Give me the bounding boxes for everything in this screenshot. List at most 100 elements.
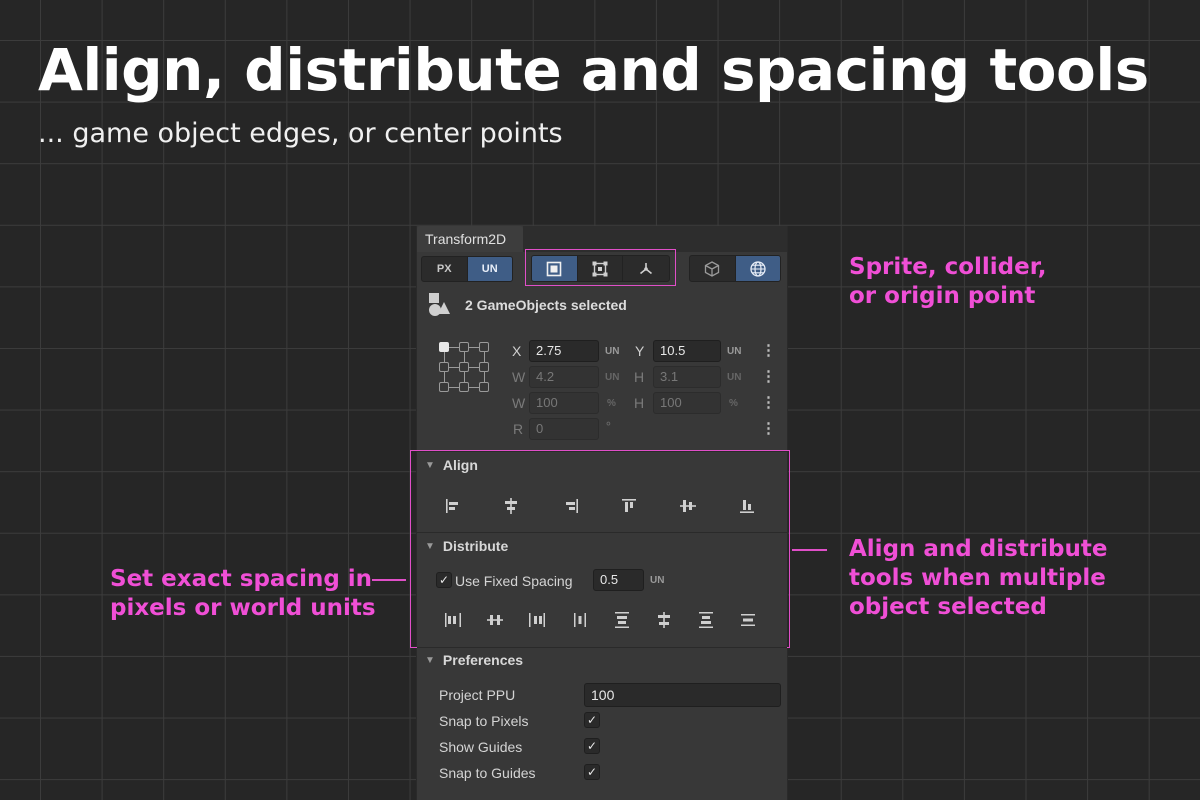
w-percent-input[interactable]: 100 (529, 392, 599, 414)
pivot-middle-left[interactable] (439, 362, 449, 372)
snap-to-guides-label: Snap to Guides (439, 765, 536, 781)
subline: ... game object edges, or center points (38, 118, 563, 149)
collider-bounds-button[interactable] (578, 256, 624, 281)
align-bottom-icon[interactable] (737, 496, 757, 516)
r-input[interactable]: 0 (529, 418, 599, 440)
h-unit: UN (727, 372, 742, 383)
distribute-bottom-icon[interactable] (696, 610, 716, 630)
mode-toggle (531, 255, 670, 282)
fixed-spacing-unit: UN (650, 575, 665, 586)
row-menu-icon[interactable]: ⋮ (761, 341, 776, 359)
fixed-spacing-input[interactable]: 0.5 (593, 569, 644, 591)
tab-transform2d[interactable]: Transform2D (417, 226, 523, 252)
pivot-bottom-center[interactable] (459, 382, 469, 392)
callout-align-line-2: tools when multiple (849, 565, 1106, 591)
distribute-left-icon[interactable] (443, 610, 463, 630)
pivot-center[interactable] (459, 362, 469, 372)
align-center-horizontal-icon[interactable] (501, 496, 521, 516)
callout-align-distribute: Align and distribute tools when multiple… (849, 535, 1107, 622)
w-input[interactable]: 4.2 (529, 366, 599, 388)
collapse-triangle-icon: ▼ (425, 654, 435, 666)
distribute-center-v-icon[interactable] (654, 610, 674, 630)
x-input[interactable]: 2.75 (529, 340, 599, 362)
show-guides-checkbox[interactable]: ✓ (584, 738, 600, 754)
collider-bounds-icon (592, 261, 608, 276)
callout-connector-spacing (372, 579, 406, 581)
align-top-icon[interactable] (619, 496, 639, 516)
snap-to-pixels-label: Snap to Pixels (439, 713, 529, 729)
callout-modes-line-1: Sprite, collider, (849, 254, 1047, 280)
align-header[interactable]: ▼ Align (417, 451, 787, 479)
callout-connector-align (792, 549, 827, 551)
callout-align-line-1: Align and distribute (849, 536, 1108, 562)
use-fixed-spacing-checkbox[interactable]: ✓ (436, 572, 452, 588)
sprite-bounds-button[interactable] (532, 256, 578, 281)
h-percent-label: H (634, 395, 645, 411)
pivot-top-center[interactable] (459, 342, 469, 352)
y-label: Y (635, 343, 645, 359)
r-label: R (513, 421, 524, 437)
local-space-button[interactable] (690, 256, 736, 281)
callout-modes-line-2: or origin point (849, 283, 1036, 309)
world-space-button[interactable] (735, 256, 780, 281)
preferences-header[interactable]: ▼ Preferences (417, 646, 787, 674)
use-fixed-spacing-label: Use Fixed Spacing (455, 573, 573, 589)
align-left-icon[interactable] (443, 496, 463, 516)
space-toggle (689, 255, 781, 282)
unit-un-button[interactable]: UN (467, 257, 512, 281)
tab-bar (523, 226, 787, 252)
row-menu-icon[interactable]: ⋮ (761, 393, 776, 411)
callout-spacing-line-1: Set exact spacing in (110, 566, 373, 592)
world-globe-icon (750, 260, 766, 277)
w-percent-unit: % (607, 398, 616, 409)
align-right-icon[interactable] (561, 496, 581, 516)
selection-info: 2 GameObjects selected (427, 292, 627, 318)
distribute-right-icon[interactable] (527, 610, 547, 630)
origin-point-icon (640, 262, 653, 274)
snap-to-guides-checkbox[interactable]: ✓ (584, 764, 600, 780)
w-label: W (512, 369, 526, 385)
show-guides-label: Show Guides (439, 739, 523, 755)
unit-toggle: PX UN (421, 256, 513, 282)
distribute-spacing-v-icon[interactable] (738, 610, 758, 630)
snap-to-pixels-checkbox[interactable]: ✓ (584, 712, 600, 728)
shapes-icon (429, 293, 450, 316)
h-label: H (634, 369, 645, 385)
distribute-top-icon[interactable] (612, 610, 632, 630)
sprite-bounds-icon (547, 261, 562, 276)
row-menu-icon[interactable]: ⋮ (761, 367, 776, 385)
distribute-center-h-icon[interactable] (485, 610, 505, 630)
callout-spacing: Set exact spacing in pixels or world uni… (110, 565, 376, 623)
distribute-header[interactable]: ▼ Distribute (417, 532, 787, 560)
project-ppu-input[interactable]: 100 (584, 683, 781, 707)
r-unit: ° (606, 419, 611, 433)
w-percent-label: W (512, 395, 526, 411)
pivot-middle-right[interactable] (479, 362, 489, 372)
x-label: X (512, 343, 522, 359)
y-input[interactable]: 10.5 (653, 340, 721, 362)
align-title: Align (442, 457, 478, 473)
row-menu-icon[interactable]: ⋮ (761, 419, 776, 437)
origin-point-button[interactable] (623, 256, 669, 281)
h-input[interactable]: 3.1 (653, 366, 721, 388)
distribute-spacing-h-icon[interactable] (570, 610, 590, 630)
callout-modes: Sprite, collider, or origin point (849, 253, 1046, 311)
headline: Align, distribute and spacing tools (38, 36, 1149, 104)
preferences-title: Preferences (442, 652, 524, 668)
distribute-title: Distribute (442, 538, 509, 554)
pivot-top-left[interactable] (439, 342, 449, 352)
pivot-bottom-left[interactable] (439, 382, 449, 392)
pivot-top-right[interactable] (479, 342, 489, 352)
local-cube-icon (705, 260, 720, 277)
align-middle-vertical-icon[interactable] (678, 496, 698, 516)
h-percent-input[interactable]: 100 (653, 392, 721, 414)
pivot-bottom-right[interactable] (479, 382, 489, 392)
collapse-triangle-icon: ▼ (425, 459, 435, 471)
h-percent-unit: % (729, 398, 738, 409)
unit-px-button[interactable]: PX (422, 257, 468, 281)
selection-text: 2 GameObjects selected (465, 297, 627, 313)
pivot-anchor-grid[interactable] (439, 342, 489, 392)
project-ppu-label: Project PPU (439, 687, 516, 703)
collapse-triangle-icon: ▼ (425, 540, 435, 552)
x-unit: UN (605, 346, 620, 357)
